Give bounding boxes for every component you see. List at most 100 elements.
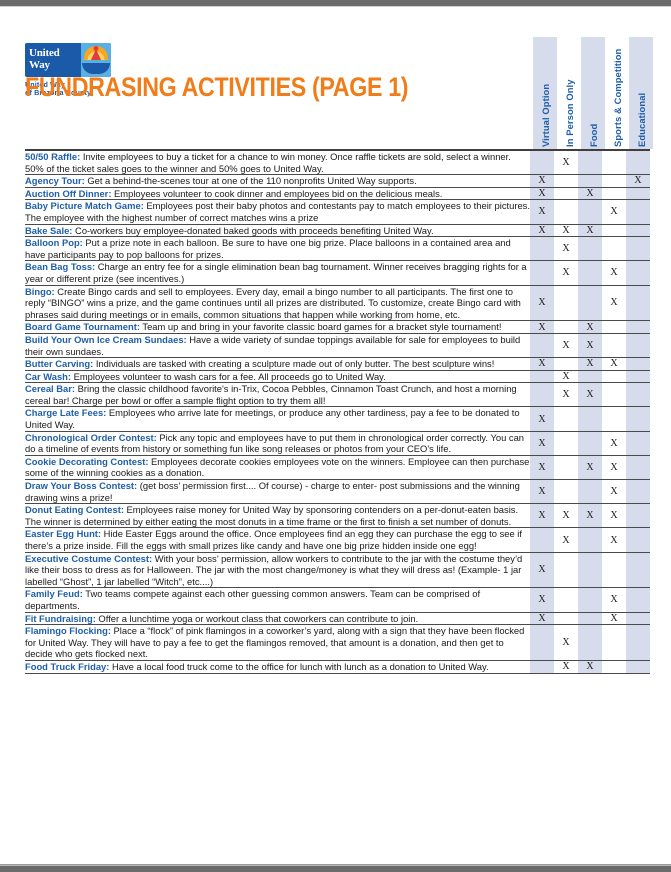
category-mark-cell[interactable] — [554, 479, 578, 505]
category-mark-cell-checked[interactable]: X — [530, 587, 554, 613]
category-mark-cell[interactable] — [530, 382, 554, 408]
category-mark-cell[interactable] — [626, 224, 650, 238]
category-mark-cell-checked[interactable]: X — [530, 431, 554, 456]
category-mark-cell[interactable] — [626, 552, 650, 589]
category-mark-cell[interactable] — [554, 587, 578, 613]
category-mark-cell-checked[interactable]: X — [602, 260, 626, 286]
category-mark-cell-checked[interactable]: X — [578, 333, 602, 359]
category-mark-cell[interactable] — [530, 527, 554, 553]
category-mark-cell[interactable] — [530, 236, 554, 262]
category-mark-cell-checked[interactable]: X — [530, 320, 554, 334]
category-mark-cell[interactable] — [554, 431, 578, 456]
category-mark-cell[interactable] — [626, 320, 650, 334]
category-mark-cell-checked[interactable]: X — [554, 503, 578, 529]
category-mark-cell[interactable] — [602, 174, 626, 188]
category-mark-cell[interactable] — [602, 370, 626, 384]
category-mark-cell-checked[interactable]: X — [554, 333, 578, 359]
category-mark-cell[interactable] — [626, 479, 650, 505]
category-mark-cell[interactable] — [626, 187, 650, 201]
category-mark-cell-checked[interactable]: X — [578, 660, 602, 674]
category-mark-cell[interactable] — [626, 660, 650, 674]
category-mark-cell[interactable] — [602, 224, 626, 238]
category-mark-cell-checked[interactable]: X — [530, 199, 554, 225]
category-mark-cell-checked[interactable]: X — [626, 174, 650, 188]
category-mark-cell-checked[interactable]: X — [530, 455, 554, 481]
category-mark-cell-checked[interactable]: X — [530, 224, 554, 238]
category-mark-cell-checked[interactable]: X — [530, 187, 554, 201]
category-mark-cell[interactable] — [602, 151, 626, 176]
category-mark-cell[interactable] — [626, 333, 650, 359]
category-mark-cell-checked[interactable]: X — [554, 624, 578, 661]
category-mark-cell[interactable] — [578, 370, 602, 384]
category-mark-cell-checked[interactable]: X — [530, 612, 554, 626]
category-mark-cell[interactable] — [626, 370, 650, 384]
category-mark-cell-checked[interactable]: X — [554, 660, 578, 674]
category-mark-cell[interactable] — [626, 382, 650, 408]
category-mark-cell[interactable] — [554, 285, 578, 322]
category-mark-cell-checked[interactable]: X — [602, 612, 626, 626]
category-mark-cell-checked[interactable]: X — [578, 357, 602, 371]
category-mark-cell[interactable] — [554, 320, 578, 334]
category-mark-cell-checked[interactable]: X — [554, 224, 578, 238]
category-mark-cell[interactable] — [578, 151, 602, 176]
category-mark-cell[interactable] — [578, 624, 602, 661]
category-mark-cell[interactable] — [626, 431, 650, 456]
category-mark-cell[interactable] — [602, 236, 626, 262]
category-mark-cell[interactable] — [626, 236, 650, 262]
category-mark-cell[interactable] — [602, 406, 626, 432]
category-mark-cell[interactable] — [626, 455, 650, 481]
category-mark-cell-checked[interactable]: X — [554, 527, 578, 553]
category-mark-cell[interactable] — [602, 320, 626, 334]
category-mark-cell[interactable] — [626, 503, 650, 529]
category-mark-cell[interactable] — [530, 151, 554, 176]
category-mark-cell-checked[interactable]: X — [530, 174, 554, 188]
category-mark-cell-checked[interactable]: X — [602, 503, 626, 529]
category-mark-cell-checked[interactable]: X — [554, 260, 578, 286]
category-mark-cell[interactable] — [626, 612, 650, 626]
category-mark-cell[interactable] — [530, 660, 554, 674]
category-mark-cell[interactable] — [626, 151, 650, 176]
category-mark-cell[interactable] — [578, 260, 602, 286]
category-mark-cell-checked[interactable]: X — [602, 527, 626, 553]
category-mark-cell[interactable] — [602, 660, 626, 674]
category-mark-cell[interactable] — [578, 174, 602, 188]
category-mark-cell-checked[interactable]: X — [578, 503, 602, 529]
category-mark-cell[interactable] — [530, 333, 554, 359]
category-mark-cell[interactable] — [554, 174, 578, 188]
category-mark-cell-checked[interactable]: X — [578, 382, 602, 408]
category-mark-cell-checked[interactable]: X — [578, 320, 602, 334]
category-mark-cell-checked[interactable]: X — [530, 552, 554, 589]
category-mark-cell-checked[interactable]: X — [602, 285, 626, 322]
category-mark-cell-checked[interactable]: X — [530, 479, 554, 505]
category-mark-cell[interactable] — [554, 199, 578, 225]
category-mark-cell[interactable] — [626, 624, 650, 661]
category-mark-cell-checked[interactable]: X — [578, 187, 602, 201]
category-mark-cell-checked[interactable]: X — [530, 503, 554, 529]
category-mark-cell[interactable] — [578, 285, 602, 322]
category-mark-cell[interactable] — [602, 552, 626, 589]
category-mark-cell-checked[interactable]: X — [578, 455, 602, 481]
category-mark-cell[interactable] — [626, 199, 650, 225]
category-mark-cell[interactable] — [578, 479, 602, 505]
category-mark-cell-checked[interactable]: X — [602, 587, 626, 613]
category-mark-cell[interactable] — [554, 552, 578, 589]
category-mark-cell[interactable] — [602, 187, 626, 201]
category-mark-cell[interactable] — [626, 406, 650, 432]
category-mark-cell[interactable] — [530, 624, 554, 661]
category-mark-cell-checked[interactable]: X — [602, 199, 626, 225]
category-mark-cell[interactable] — [578, 612, 602, 626]
category-mark-cell-checked[interactable]: X — [554, 370, 578, 384]
category-mark-cell[interactable] — [578, 199, 602, 225]
category-mark-cell[interactable] — [602, 624, 626, 661]
category-mark-cell-checked[interactable]: X — [602, 431, 626, 456]
category-mark-cell[interactable] — [626, 260, 650, 286]
category-mark-cell[interactable] — [602, 382, 626, 408]
category-mark-cell-checked[interactable]: X — [530, 285, 554, 322]
category-mark-cell[interactable] — [626, 285, 650, 322]
category-mark-cell[interactable] — [578, 236, 602, 262]
category-mark-cell[interactable] — [554, 187, 578, 201]
category-mark-cell-checked[interactable]: X — [602, 479, 626, 505]
category-mark-cell-checked[interactable]: X — [530, 357, 554, 371]
category-mark-cell[interactable] — [578, 527, 602, 553]
category-mark-cell-checked[interactable]: X — [554, 151, 578, 176]
